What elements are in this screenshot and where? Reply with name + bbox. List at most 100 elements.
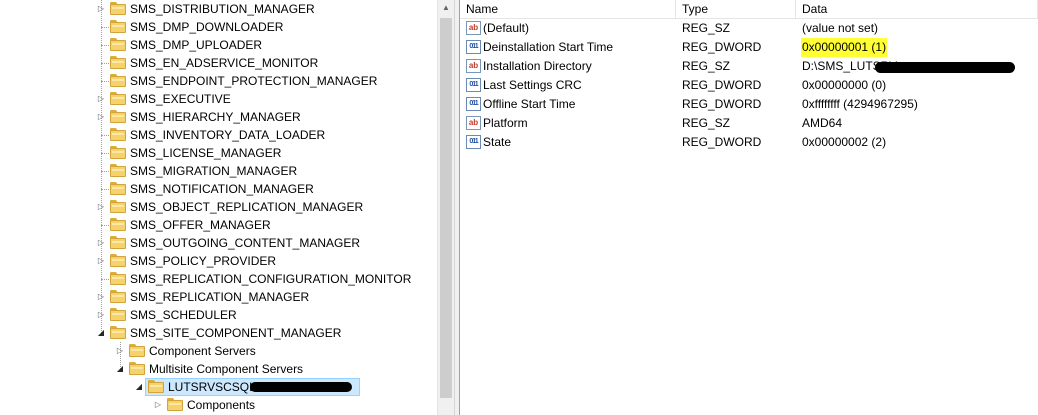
value-row[interactable]: 011 Deinstallation Start Time REG_DWORD 0x0… xyxy=(460,38,1038,57)
string-value-icon: ab xyxy=(466,21,481,35)
folder-icon xyxy=(110,326,126,339)
tree-node[interactable]: SMS_OFFER_MANAGER xyxy=(0,216,437,234)
folder-icon xyxy=(110,290,126,303)
folder-icon xyxy=(110,272,126,285)
expanded-arrow-icon[interactable]: ◢ xyxy=(134,378,144,396)
folder-icon xyxy=(148,380,164,393)
collapsed-arrow-icon[interactable]: ▷ xyxy=(96,234,106,252)
value-data: 0x00000002 (2) xyxy=(802,135,887,149)
value-type: REG_SZ xyxy=(682,21,731,35)
collapsed-arrow-icon[interactable]: ▷ xyxy=(96,0,106,18)
value-row[interactable]: 011 State REG_DWORD 0x00000002 (2) xyxy=(460,133,1038,152)
folder-icon xyxy=(167,398,183,411)
value-type: REG_DWORD xyxy=(682,40,762,54)
tree-node[interactable]: SMS_REPLICATION_CONFIGURATION_MONITOR xyxy=(0,270,437,288)
collapsed-arrow-icon[interactable]: ▷ xyxy=(96,306,106,324)
value-name: Installation Directory xyxy=(483,59,592,73)
tree-vertical-scrollbar[interactable]: ▲ xyxy=(437,0,454,415)
tree-node[interactable]: SMS_EN_ADSERVICE_MONITOR xyxy=(0,54,437,72)
tree-node-label: SMS_INVENTORY_DATA_LOADER xyxy=(130,128,326,142)
tree-node[interactable]: SMS_ENDPOINT_PROTECTION_MANAGER xyxy=(0,72,437,90)
tree-node-label: SMS_MIGRATION_MANAGER xyxy=(130,164,298,178)
column-header-data[interactable]: Data xyxy=(796,0,1038,19)
tree-connector-line xyxy=(101,27,109,28)
tree-node[interactable]: ▷ SMS_SCHEDULER xyxy=(0,306,437,324)
registry-key-tree[interactable]: ▷ SMS_DISTRIBUTION_MANAGER SMS_DMP_DOWNLOA… xyxy=(0,0,437,415)
tree-node[interactable]: SMS_DMP_DOWNLOADER xyxy=(0,18,437,36)
value-name: (Default) xyxy=(483,21,530,35)
tree-node[interactable]: ▷ SMS_OUTGOING_CONTENT_MANAGER xyxy=(0,234,437,252)
folder-icon xyxy=(110,56,126,69)
folder-icon xyxy=(110,164,126,177)
value-row[interactable]: 011 Offline Start Time REG_DWORD 0xffffffff… xyxy=(460,95,1038,114)
folder-icon xyxy=(110,200,126,213)
tree-node[interactable]: ◢ LUTSRVSCSQL xyxy=(0,378,437,396)
tree-node-label: SMS_SCHEDULER xyxy=(130,308,237,322)
folder-icon xyxy=(129,362,145,375)
value-name: Deinstallation Start Time xyxy=(483,40,614,54)
tree-node-label: Components xyxy=(187,398,256,412)
registry-values-list[interactable]: Name Type Data ab (Default) REG_SZ (value n… xyxy=(460,0,1038,415)
collapsed-arrow-icon[interactable]: ▷ xyxy=(96,90,106,108)
tree-node[interactable]: SMS_NOTIFICATION_MANAGER xyxy=(0,180,437,198)
value-row[interactable]: ab (Default) REG_SZ (value not set) xyxy=(460,19,1038,38)
collapsed-arrow-icon[interactable]: ▷ xyxy=(96,198,106,216)
collapsed-arrow-icon[interactable]: ▷ xyxy=(115,342,125,360)
tree-node-label: SMS_OUTGOING_CONTENT_MANAGER xyxy=(130,236,361,250)
folder-icon xyxy=(129,344,145,357)
collapsed-arrow-icon[interactable]: ▷ xyxy=(96,108,106,126)
tree-node-label: SMS_EXECUTIVE xyxy=(130,92,231,106)
tree-node-label: SMS_SITE_COMPONENT_MANAGER xyxy=(130,326,342,340)
value-row[interactable]: ab Installation Directory REG_SZ D:\SMS_LUT… xyxy=(460,57,1038,76)
tree-node-label: SMS_OBJECT_REPLICATION_MANAGER xyxy=(130,200,364,214)
value-type: REG_SZ xyxy=(682,59,731,73)
tree-node-label: SMS_EN_ADSERVICE_MONITOR xyxy=(130,56,319,70)
value-data: 0x00000001 (1) xyxy=(801,38,888,57)
value-name: Platform xyxy=(483,116,528,130)
scrollbar-thumb[interactable] xyxy=(440,18,452,398)
tree-node-label: SMS_REPLICATION_CONFIGURATION_MONITOR xyxy=(130,272,412,286)
tree-node[interactable]: SMS_MIGRATION_MANAGER xyxy=(0,162,437,180)
tree-node[interactable]: ▷ SMS_EXECUTIVE xyxy=(0,90,437,108)
expanded-arrow-icon[interactable]: ◢ xyxy=(96,324,106,342)
tree-connector-line xyxy=(101,279,109,280)
tree-node[interactable]: ▷ SMS_POLICY_PROVIDER xyxy=(0,252,437,270)
folder-icon xyxy=(110,2,126,15)
dword-value-icon: 011 xyxy=(466,97,481,111)
value-row[interactable]: 011 Last Settings CRC REG_DWORD 0x00000000 … xyxy=(460,76,1038,95)
value-type: REG_DWORD xyxy=(682,78,762,92)
tree-connector-line xyxy=(101,81,109,82)
tree-node[interactable]: ◢ Multisite Component Servers xyxy=(0,360,437,378)
folder-icon xyxy=(110,20,126,33)
tree-node[interactable]: ▷ SMS_REPLICATION_MANAGER xyxy=(0,288,437,306)
value-data: 0xffffffff (4294967295) xyxy=(802,97,918,111)
tree-node[interactable]: ▷ Components xyxy=(0,396,437,414)
tree-connector-line xyxy=(101,45,109,46)
tree-node[interactable]: ▷ SMS_OBJECT_REPLICATION_MANAGER xyxy=(0,198,437,216)
tree-node[interactable]: SMS_DMP_UPLOADER xyxy=(0,36,437,54)
collapsed-arrow-icon[interactable]: ▷ xyxy=(96,288,106,306)
column-header-name[interactable]: Name xyxy=(460,0,676,19)
tree-node-label: Multisite Component Servers xyxy=(149,362,304,376)
tree-node[interactable]: ▷ SMS_HIERARCHY_MANAGER xyxy=(0,108,437,126)
scroll-up-arrow-icon[interactable]: ▲ xyxy=(438,0,454,16)
tree-node-label: SMS_OFFER_MANAGER xyxy=(130,218,271,232)
value-data: 0x00000000 (0) xyxy=(802,78,887,92)
value-name: State xyxy=(483,135,512,149)
tree-node[interactable]: SMS_LICENSE_MANAGER xyxy=(0,144,437,162)
expanded-arrow-icon[interactable]: ◢ xyxy=(115,360,125,378)
tree-node[interactable]: ◢ SMS_SITE_COMPONENT_MANAGER xyxy=(0,324,437,342)
collapsed-arrow-icon[interactable]: ▷ xyxy=(153,396,163,414)
tree-node[interactable]: ▷ Component Servers xyxy=(0,342,437,360)
dword-value-icon: 011 xyxy=(466,78,481,92)
tree-node[interactable]: SMS_INVENTORY_DATA_LOADER xyxy=(0,126,437,144)
value-data: (value not set) xyxy=(802,21,879,35)
value-row[interactable]: ab Platform REG_SZ AMD64 xyxy=(460,114,1038,133)
folder-icon xyxy=(110,38,126,51)
tree-node-label: SMS_ENDPOINT_PROTECTION_MANAGER xyxy=(130,74,378,88)
column-header-type[interactable]: Type xyxy=(676,0,796,19)
tree-node-label: SMS_POLICY_PROVIDER xyxy=(130,254,277,268)
tree-node[interactable]: ▷ SMS_DISTRIBUTION_MANAGER xyxy=(0,0,437,18)
dword-value-icon: 011 xyxy=(466,40,481,54)
collapsed-arrow-icon[interactable]: ▷ xyxy=(96,252,106,270)
